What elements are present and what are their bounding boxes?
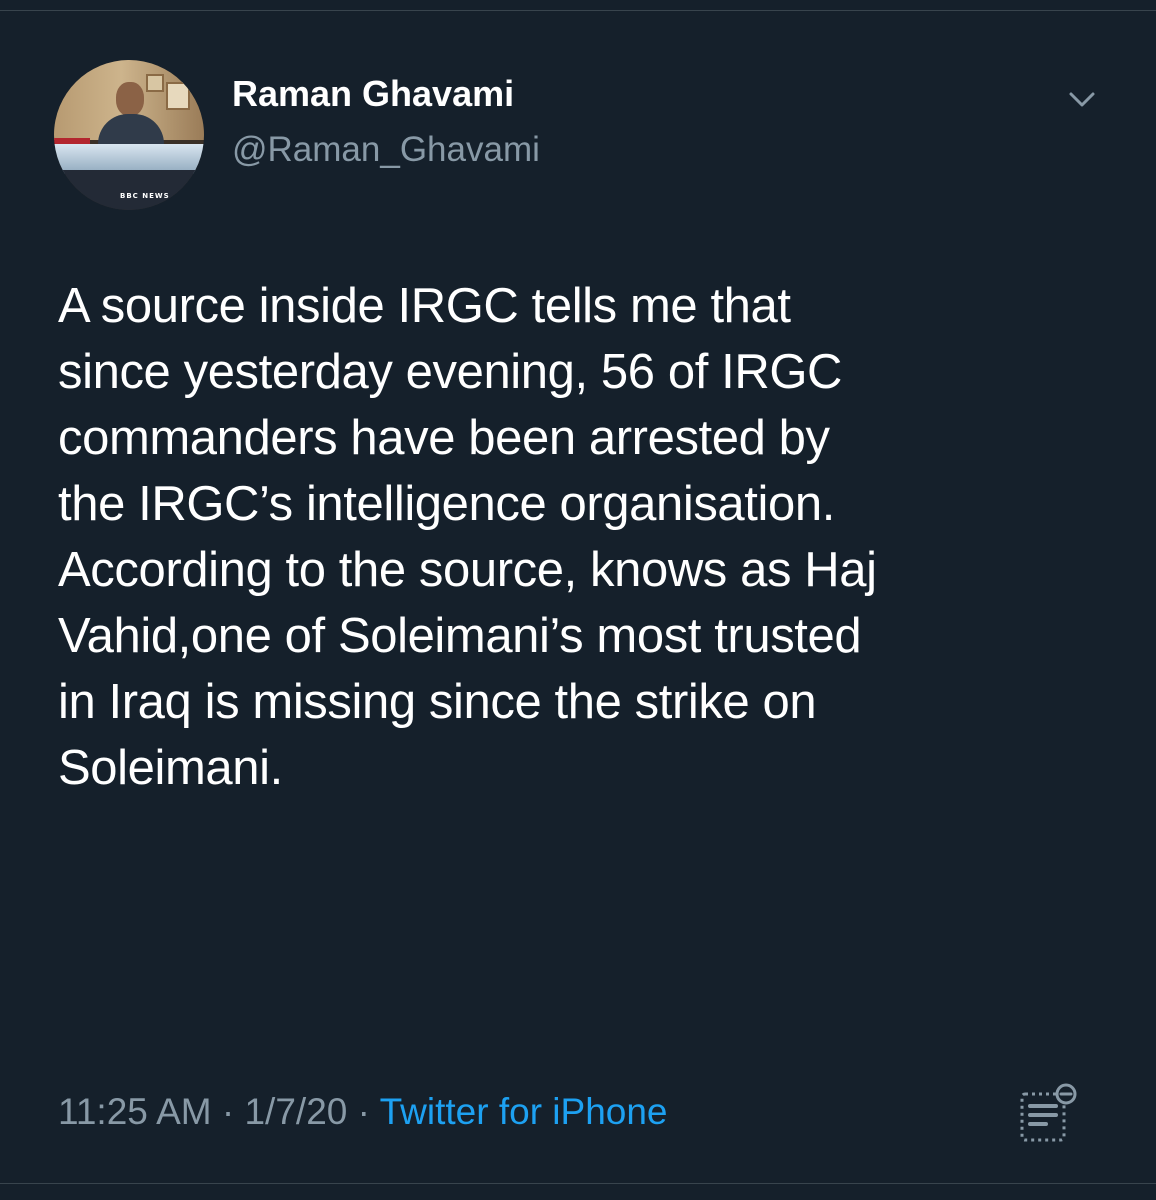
chevron-down-icon[interactable] [1062, 80, 1102, 120]
tweet-text: A source inside IRGC tells me that since… [58, 279, 877, 795]
meta-separator-2: · [357, 1091, 370, 1132]
display-name[interactable]: Raman Ghavami [232, 72, 514, 116]
avatar-lower [54, 170, 204, 210]
avatar-person-head [116, 82, 144, 116]
tweet-source-link[interactable]: Twitter for iPhone [380, 1091, 668, 1132]
tweet-date: 1/7/20 [244, 1091, 348, 1132]
bottom-divider [0, 1183, 1156, 1184]
avatar[interactable]: BBC NEWS [54, 60, 204, 210]
tweet-meta: 11:25 AM · 1/7/20 · Twitter for iPhone [58, 1089, 668, 1135]
avatar-shelf [166, 82, 190, 110]
avatar-shelf-small [146, 74, 164, 92]
user-handle[interactable]: @Raman_Ghavami [232, 128, 540, 172]
avatar-watermark: BBC NEWS [120, 192, 170, 200]
tweet-time: 11:25 AM [58, 1091, 212, 1132]
tweet-analytics-icon[interactable] [1016, 1082, 1080, 1146]
meta-separator: · [221, 1091, 235, 1132]
top-divider [0, 10, 1156, 11]
